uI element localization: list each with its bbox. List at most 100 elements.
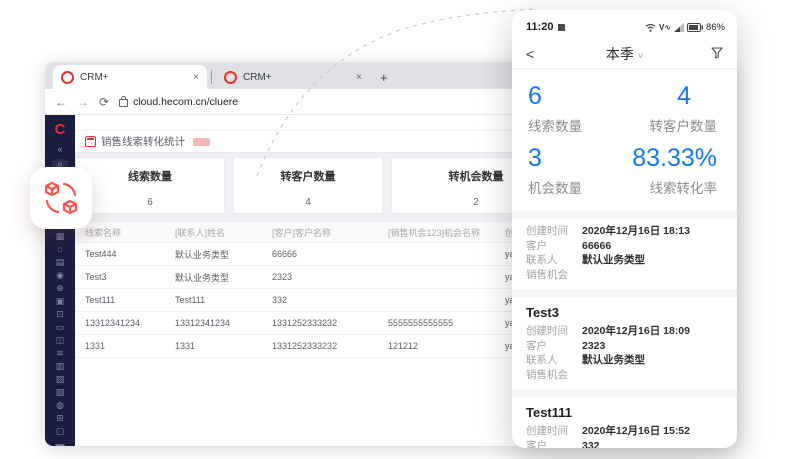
section-divider — [512, 211, 737, 219]
stat-label: 线索数量 — [76, 168, 224, 184]
item-title: Test111 — [526, 405, 723, 420]
collapse-icon[interactable]: « — [57, 144, 62, 154]
sidebar-module-icon[interactable]: ▨ — [54, 374, 66, 384]
stat-opportunities: 3 机会数量 — [520, 139, 624, 201]
favicon-crm — [61, 71, 74, 84]
cell-lead-name: Test111 — [75, 295, 165, 305]
stat-value: 6 — [76, 197, 224, 208]
cell-contact: 13312341234 — [165, 318, 262, 328]
sidebar-module-icon[interactable]: ◫ — [54, 335, 66, 345]
field-value-customer: 66666 — [582, 239, 611, 254]
field-label: 销售机会 — [526, 368, 582, 383]
page-title: 销售线索转化统计 — [101, 134, 185, 149]
stat-conversion-rate: 83.33% 线索转化率 — [624, 139, 729, 201]
lead-conversion-logo-card — [30, 167, 92, 229]
field-value-contact: 默认业务类型 — [582, 353, 645, 368]
crm-logo: C — [55, 121, 66, 139]
sidebar-module-icon[interactable]: ▧ — [54, 387, 66, 397]
phone-stats-grid: 6 线索数量 4 转客户数量 3 机会数量 83.33% 线索转化率 — [512, 69, 737, 211]
lock-icon — [119, 99, 128, 107]
filter-button[interactable] — [683, 47, 723, 62]
col-header: [客户]客户名称 — [262, 226, 378, 239]
section-divider — [512, 389, 737, 397]
stat-value: 4 — [234, 197, 382, 208]
field-value-created: 2020年12月16日 15:52 — [582, 424, 690, 439]
browser-tab-1[interactable]: CRM+ × — [53, 65, 207, 89]
stat-value: 3 — [528, 143, 616, 173]
tab-label: CRM+ — [80, 72, 187, 83]
field-label: 联系人 — [526, 353, 582, 368]
back-chevron-icon[interactable]: < — [526, 46, 566, 62]
period-selector[interactable]: 本季 ˅ — [566, 44, 683, 64]
tab-close-icon[interactable]: × — [356, 72, 362, 83]
stat-label: 转客户数量 — [234, 168, 382, 184]
lead-list-item[interactable]: Test3 创建时间2020年12月16日 18:09 客户2323 联系人默认… — [512, 297, 737, 389]
funnel-icon — [711, 47, 723, 59]
cell-lead-name: 1331 — [75, 341, 165, 351]
field-value-contact: 默认业务类型 — [582, 253, 645, 268]
cell-contact: 默认业务类型 — [165, 248, 262, 261]
status-icons: V∿ 86% — [645, 22, 725, 33]
sidebar-module-icon[interactable]: ◉ — [54, 270, 66, 280]
stat-leads: 6 线索数量 — [520, 77, 624, 139]
section-divider — [512, 289, 737, 297]
title-badge — [193, 138, 210, 146]
cell-lead-name: 13312341234 — [75, 318, 165, 328]
sidebar-module-icon[interactable]: ≋ — [54, 348, 66, 358]
signal-icon — [674, 23, 684, 32]
tab-divider — [211, 70, 212, 84]
field-label: 创建时间 — [526, 224, 582, 239]
stat-label: 机会数量 — [528, 177, 616, 197]
battery-icon — [687, 23, 703, 32]
sidebar-module-icon[interactable]: ⌂ — [54, 244, 66, 254]
browser-tab-2[interactable]: CRM+ × — [216, 65, 370, 89]
sidebar-module-icon[interactable]: ⊞ — [54, 413, 66, 423]
cell-contact: 默认业务类型 — [165, 271, 262, 284]
sidebar-module-icon[interactable]: ▦ — [54, 231, 66, 241]
field-label: 创建时间 — [526, 324, 582, 339]
sidebar-module-icon[interactable]: ⊕ — [54, 283, 66, 293]
stat-value: 83.33% — [632, 143, 717, 173]
field-value-customer: 2323 — [582, 339, 605, 354]
cell-opportunity: 5555555555555 — [378, 318, 495, 328]
volte-icon: V∿ — [659, 23, 671, 32]
cell-customer: 66666 — [262, 249, 378, 259]
phone-nav-bar: < 本季 ˅ — [512, 38, 737, 69]
sidebar-module-icon[interactable]: ⊡ — [54, 309, 66, 319]
field-value-customer: 332 — [582, 439, 600, 449]
cell-lead-name: Test444 — [75, 249, 165, 259]
url-text: cloud.hecom.cn/cluere — [133, 96, 238, 108]
sidebar-module-icon[interactable]: ◍ — [54, 400, 66, 410]
favicon-crm — [224, 71, 237, 84]
col-header: [联系人]姓名 — [165, 226, 262, 239]
address-bar[interactable]: cloud.hecom.cn/cluere — [119, 96, 238, 108]
stat-value: 4 — [632, 81, 717, 111]
stat-label: 转客户数量 — [632, 115, 717, 135]
col-header: 线索名称 — [75, 226, 165, 239]
field-value-created: 2020年12月16日 18:13 — [582, 224, 690, 239]
forward-icon[interactable]: → — [77, 95, 89, 109]
sidebar-module-icon[interactable]: ▢ — [54, 426, 66, 436]
cell-customer: 2323 — [262, 272, 378, 282]
page-tab-icon — [85, 136, 96, 147]
stat-card-leads: 线索数量 6 — [75, 157, 225, 214]
recent-app-icon — [558, 24, 565, 31]
field-label: 创建时间 — [526, 424, 582, 439]
item-title: Test3 — [526, 305, 723, 320]
sidebar-module-icon[interactable]: ▥ — [54, 361, 66, 371]
lead-list-item[interactable]: 创建时间2020年12月16日 18:13 客户66666 联系人默认业务类型 … — [512, 219, 737, 289]
field-label: 客户 — [526, 439, 582, 449]
new-tab-button[interactable]: + — [380, 70, 388, 85]
sidebar-icon-list: ▦ ⌂ ▤ ◉ ⊕ ▣ ⊡ ▭ — [54, 231, 66, 446]
lead-list-item[interactable]: Test111 创建时间2020年12月16日 15:52 客户332 联系人T… — [512, 397, 737, 448]
sidebar-module-icon[interactable]: ▣ — [54, 296, 66, 306]
reload-icon[interactable]: ⟳ — [99, 95, 109, 109]
sidebar-module-icon[interactable]: ▭ — [54, 322, 66, 332]
cell-customer: 1331252333232 — [262, 341, 378, 351]
field-label: 客户 — [526, 239, 582, 254]
sidebar-module-icon[interactable]: ▤ — [54, 257, 66, 267]
sidebar-module-icon[interactable]: ▬ — [54, 439, 66, 446]
back-icon[interactable]: ← — [55, 95, 67, 109]
tab-close-icon[interactable]: × — [193, 72, 199, 83]
phone-overlay: 11:20 V∿ 86% < 本季 ˅ 6 线索数 — [512, 10, 737, 448]
